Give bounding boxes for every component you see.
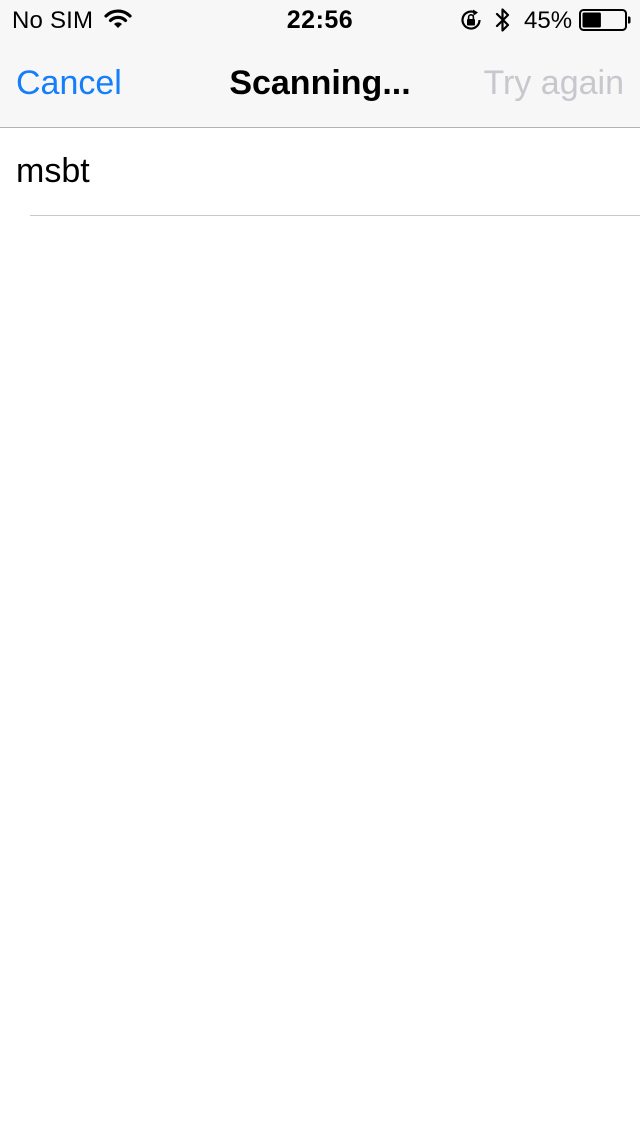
header: No SIM 22:56 45% Cancel Scanning... Try … [0,0,640,128]
battery-percent: 45% [524,7,573,34]
rotation-lock-icon [461,9,481,30]
device-name: msbt [16,152,90,190]
bluetooth-icon [495,8,510,32]
battery-icon [579,9,631,31]
row-separator [30,215,640,216]
status-bar: No SIM 22:56 45% [0,0,640,40]
device-list-item[interactable]: msbt [0,128,640,216]
try-again-button[interactable]: Try again [484,62,624,104]
scanning-screen: No SIM 22:56 45% Cancel Scanning... Try … [0,0,640,1136]
navigation-bar: Cancel Scanning... Try again [0,40,640,128]
